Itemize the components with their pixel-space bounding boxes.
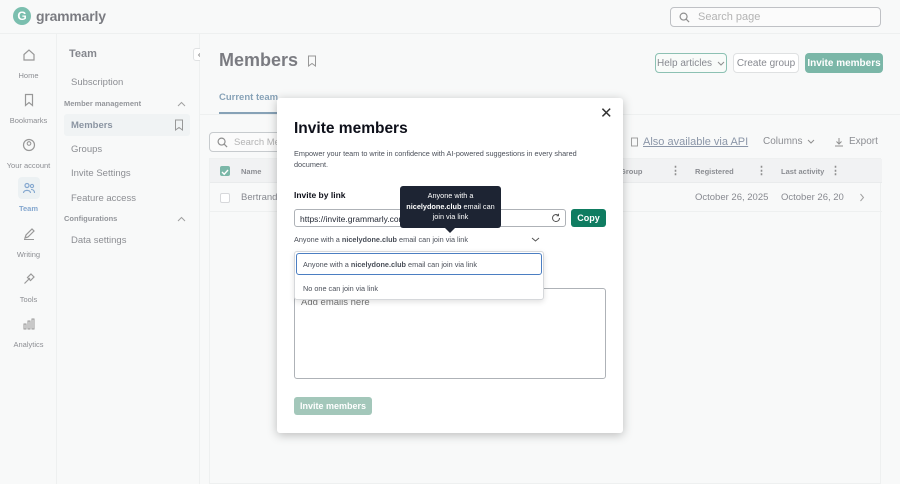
submit-invite-button[interactable]: Invite members (294, 397, 372, 415)
link-access-tooltip: Anyone with a nicelydone.club email can … (400, 186, 501, 228)
option-text-suffix: email can join via link (406, 260, 478, 269)
tooltip-line-2-suffix: email can (461, 201, 495, 211)
tooltip-line-2: nicelydone.club email can (404, 202, 497, 213)
link-access-dropdown: Anyone with a nicelydone.club email can … (294, 251, 544, 300)
refresh-icon[interactable] (551, 213, 561, 223)
emails-input-box[interactable] (294, 288, 606, 379)
chevron-down-icon (531, 237, 540, 242)
dropdown-option-domain[interactable]: Anyone with a nicelydone.club email can … (296, 253, 542, 275)
select-text-suffix: email can join via link (397, 235, 469, 244)
emails-textarea[interactable] (301, 297, 601, 357)
dialog-title: Invite members (294, 120, 408, 137)
tooltip-line-1: Anyone with a (427, 191, 474, 200)
link-access-value: Anyone with a nicelydone.club email can … (294, 235, 468, 244)
tooltip-arrow (445, 228, 455, 233)
close-icon[interactable]: ✕ (600, 106, 613, 121)
select-domain: nicelydone.club (341, 235, 398, 244)
dialog-description: Empower your team to write in confidence… (294, 149, 577, 169)
link-access-select[interactable]: Anyone with a nicelydone.club email can … (294, 235, 540, 244)
option-text-prefix: Anyone with a (303, 260, 351, 269)
option-domain: nicelydone.club (350, 260, 407, 269)
tooltip-domain: nicelydone.club (406, 201, 462, 211)
invite-by-link-label: Invite by link (294, 190, 346, 200)
copy-link-button[interactable]: Copy (571, 209, 606, 227)
dropdown-option-no-one[interactable]: No one can join via link (303, 284, 378, 293)
tooltip-line-3: join via link (432, 212, 469, 221)
select-text-prefix: Anyone with a (294, 235, 342, 244)
invite-members-dialog: Invite members ✕ Empower your team to wr… (277, 98, 623, 433)
